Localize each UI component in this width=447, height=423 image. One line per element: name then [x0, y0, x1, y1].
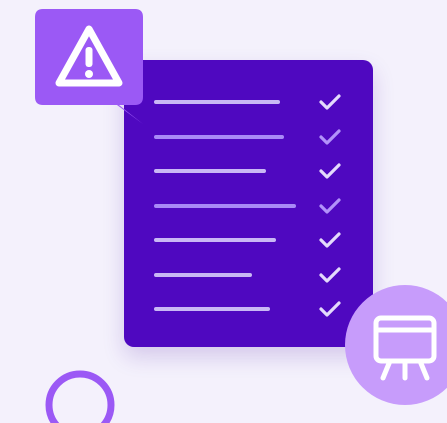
ring-decoration	[45, 370, 115, 423]
warning-speech-bubble	[35, 9, 143, 124]
check-icon	[319, 163, 341, 179]
checklist-row	[124, 266, 373, 284]
checklist-line	[154, 307, 270, 311]
checklist-row	[124, 162, 373, 180]
check-icon	[319, 128, 341, 145]
check-icon	[319, 301, 341, 317]
checklist-line	[154, 169, 266, 173]
checklist-line	[154, 238, 276, 242]
checklist-line	[154, 100, 280, 104]
check-icon	[319, 94, 341, 110]
checklist-row	[124, 93, 373, 111]
presentation-badge	[345, 285, 447, 405]
checklist-row	[124, 128, 373, 146]
checklist-row	[124, 300, 373, 318]
checklist-card	[124, 60, 373, 347]
illustration-scene	[0, 0, 447, 423]
check-icon	[319, 266, 341, 283]
checklist-row	[124, 197, 373, 215]
checklist-row	[124, 231, 373, 249]
check-icon	[319, 232, 341, 248]
checklist-line	[154, 203, 296, 208]
checklist-line	[154, 134, 284, 139]
checklist-line	[154, 272, 252, 277]
check-icon	[319, 197, 341, 214]
